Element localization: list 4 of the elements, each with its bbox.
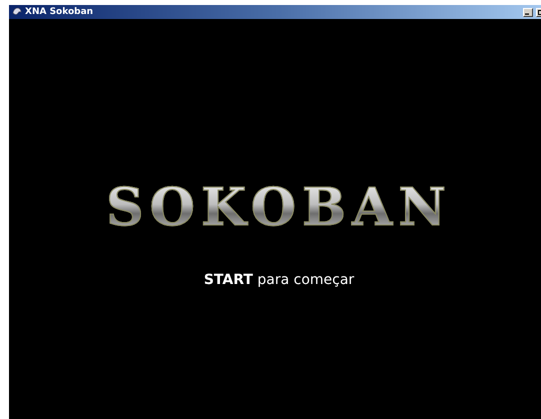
app-icon xyxy=(12,7,22,17)
start-prompt: START para começar xyxy=(204,272,354,288)
minimize-button[interactable] xyxy=(523,8,533,16)
window-title: XNA Sokoban xyxy=(25,7,94,17)
